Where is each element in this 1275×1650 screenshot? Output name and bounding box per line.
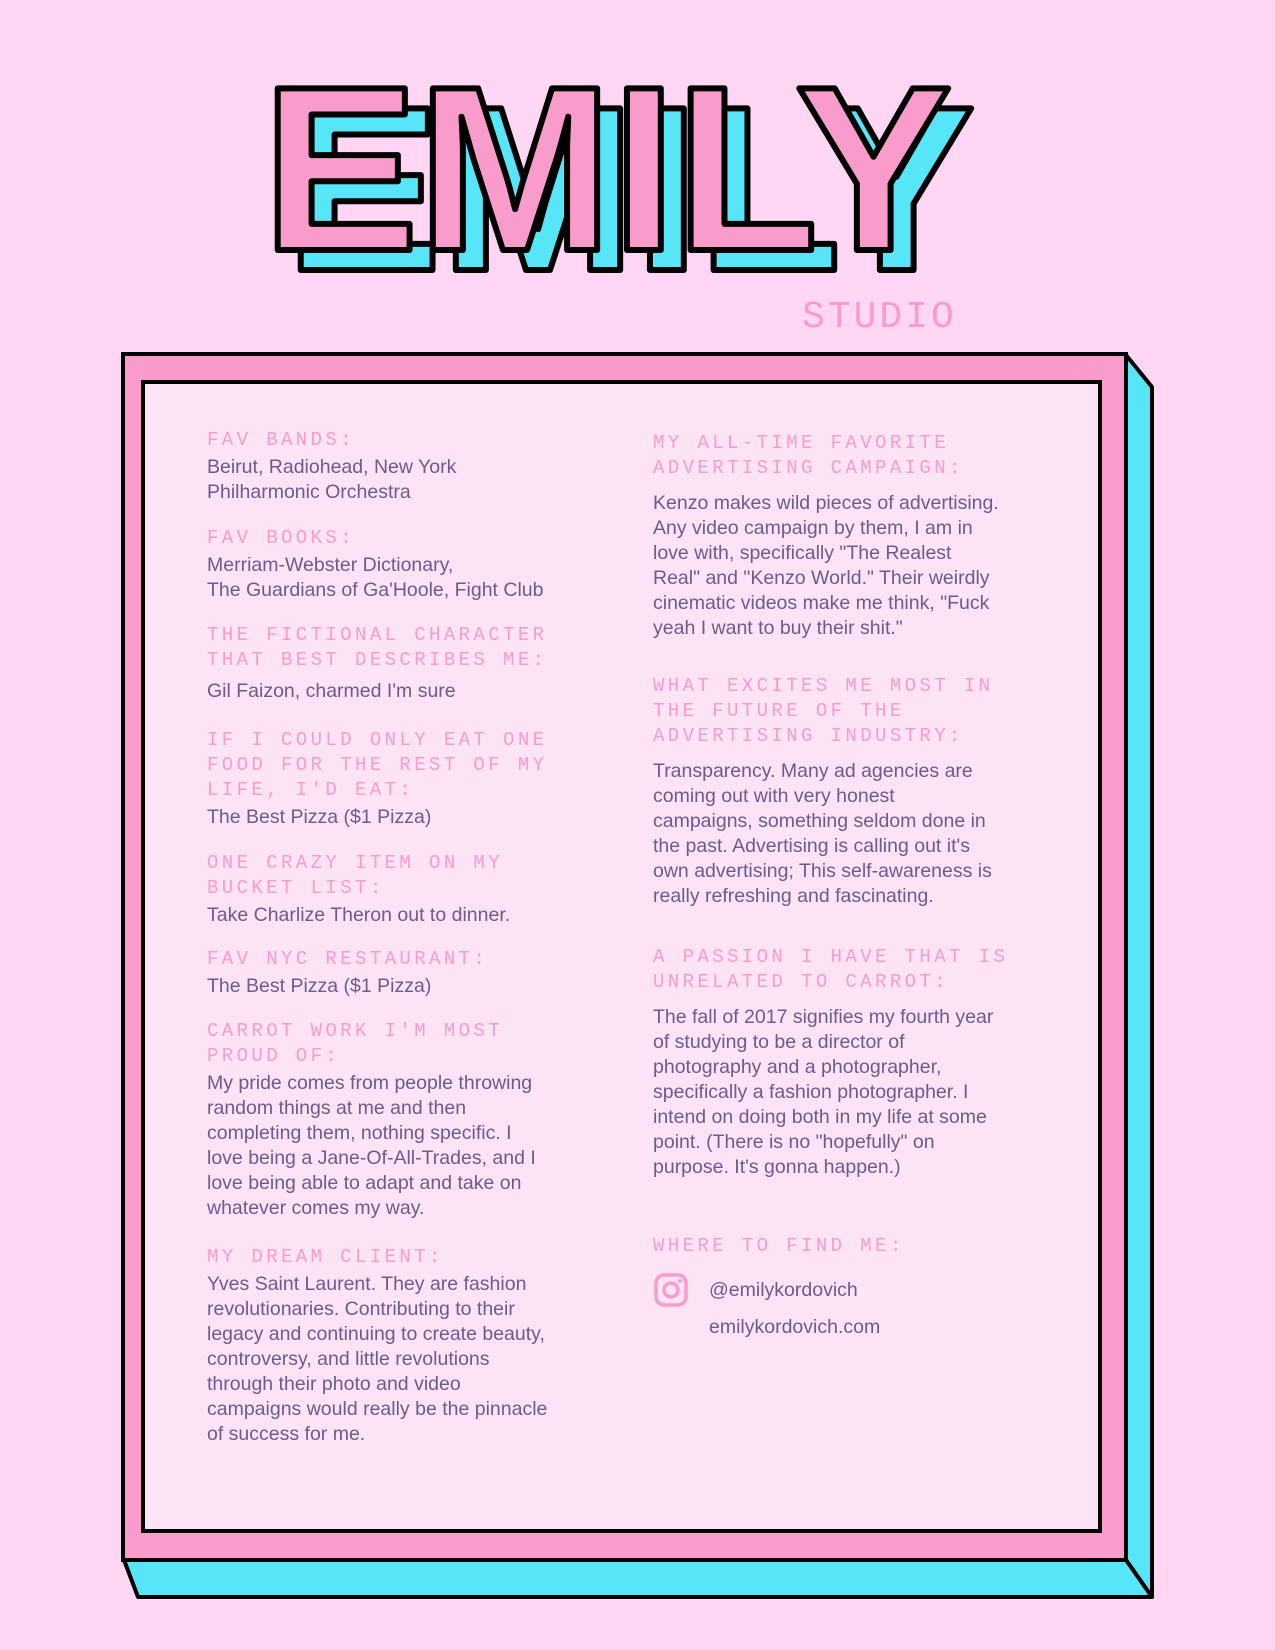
section-dream-client: MY DREAM CLIENT: Yves Saint Laurent. They… [207,1245,607,1447]
section-fav-bands: FAV BANDS: Beirut, Radiohead, New York Ph… [207,428,607,505]
section-where-to-find: WHERE TO FIND ME: [653,1234,1073,1259]
section-heading: CARROT WORK I'M MOST PROUD OF: [207,1020,504,1067]
section-body: The fall of 2017 signifies my fourth yea… [653,1006,994,1178]
section-body: Gil Faizon, charmed I'm sure [207,680,456,702]
section-heading: WHERE TO FIND ME: [653,1235,905,1257]
website-link[interactable]: emilykordovich.com [709,1316,880,1339]
section-heading: FAV NYC RESTAURANT: [207,948,489,970]
section-bucket-list: ONE CRAZY ITEM ON MY BUCKET LIST: Take Ch… [207,851,607,928]
section-food: IF I COULD ONLY EAT ONE FOOD FOR THE RES… [207,728,607,830]
section-heading: FAV BANDS: [207,429,356,451]
instagram-handle[interactable]: @emilykordovich [709,1279,858,1302]
instagram-icon [654,1273,688,1307]
section-body: Transparency. Many ad agencies are comin… [653,760,992,907]
section-body: Beirut, Radiohead, New York Philharmonic… [207,456,457,503]
section-heading: THE FICTIONAL CHARACTER THAT BEST DESCRI… [207,624,548,671]
card-frame [121,352,1154,1599]
section-restaurant: FAV NYC RESTAURANT: The Best Pizza ($1 Pi… [207,947,607,999]
section-heading: FAV BOOKS: [207,527,356,549]
section-carrot-work: CARROT WORK I'M MOST PROUD OF: My pride c… [207,1019,607,1221]
section-favorite-campaign: MY ALL-TIME FAVORITE ADVERTISING CAMPAIG… [653,431,1073,641]
section-heading: ONE CRAZY ITEM ON MY BUCKET LIST: [207,852,504,899]
section-fictional-character: THE FICTIONAL CHARACTER THAT BEST DESCRI… [207,623,607,704]
section-passion: A PASSION I HAVE THAT IS UNRELATED TO CA… [653,945,1073,1180]
section-heading: MY ALL-TIME FAVORITE ADVERTISING CAMPAIG… [653,432,964,479]
section-body: The Best Pizza ($1 Pizza) [207,806,432,828]
section-heading: IF I COULD ONLY EAT ONE FOOD FOR THE RES… [207,729,548,801]
section-body: Take Charlize Theron out to dinner. [207,904,511,926]
section-fav-books: FAV BOOKS: Merriam-Webster Dictionary, Th… [207,526,607,603]
section-heading: MY DREAM CLIENT: [207,1246,444,1268]
section-heading: WHAT EXCITES ME MOST IN THE FUTURE OF TH… [653,675,994,747]
section-body: The Best Pizza ($1 Pizza) [207,975,432,997]
section-body: Yves Saint Laurent. They are fashion rev… [207,1273,548,1445]
section-future-excitement: WHAT EXCITES ME MOST IN THE FUTURE OF TH… [653,674,1073,909]
section-body: Merriam-Webster Dictionary, The Guardian… [207,554,544,601]
section-body: Kenzo makes wild pieces of advertising. … [653,492,999,639]
section-body: My pride comes from people throwing rand… [207,1072,536,1219]
instagram-link[interactable]: @emilykordovich [653,1272,858,1308]
section-heading: A PASSION I HAVE THAT IS UNRELATED TO CA… [653,946,1009,993]
